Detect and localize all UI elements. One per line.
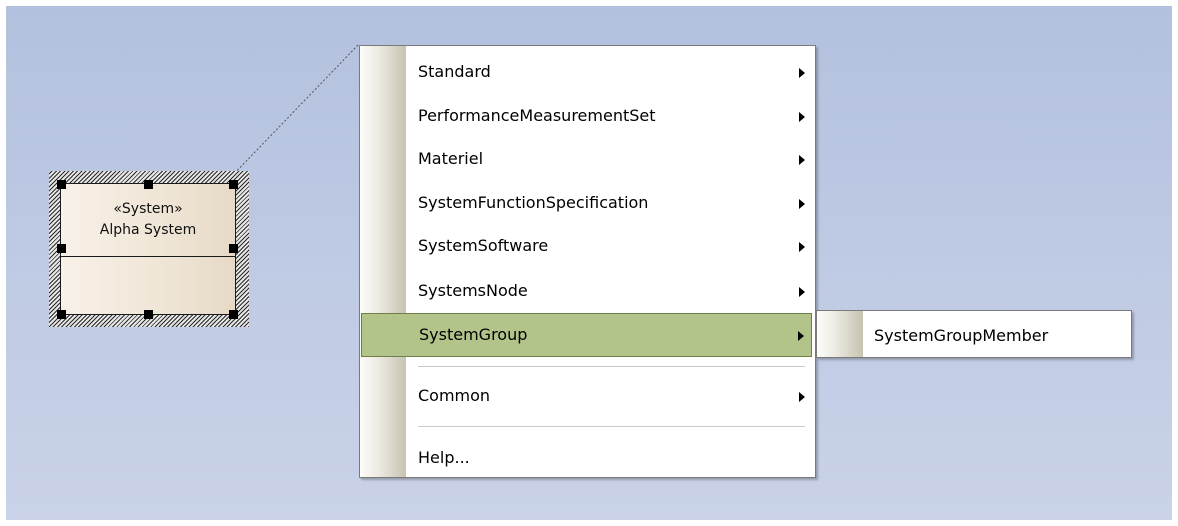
resize-handle-left[interactable]	[57, 244, 66, 253]
menu-item-label: PerformanceMeasurementSet	[418, 106, 656, 125]
menu-item-systemgroup[interactable]: SystemGroup	[361, 313, 812, 357]
menu-item-standard[interactable]: Standard	[360, 50, 815, 94]
resize-handle-bottom-right[interactable]	[229, 310, 238, 319]
submenu-arrow-icon	[798, 331, 804, 341]
menu-item-performancemeasurementset[interactable]: PerformanceMeasurementSet	[360, 94, 815, 138]
submenu-arrow-icon	[799, 199, 805, 209]
menu-item-label: Help...	[418, 448, 470, 467]
resize-handle-top[interactable]	[144, 180, 153, 189]
submenu-arrow-icon	[799, 155, 805, 165]
element-name: Alpha System	[99, 222, 197, 238]
menu-item-label: SystemsNode	[418, 281, 528, 300]
menu-item-label: Common	[418, 386, 491, 405]
menu-item-label: SystemFunctionSpecification	[418, 193, 649, 212]
resize-handle-bottom[interactable]	[144, 310, 153, 319]
element-compartment-divider	[61, 256, 235, 257]
menu-item-label: SystemSoftware	[418, 236, 549, 255]
context-menu: Standard PerformanceMeasurementSet Mater…	[359, 45, 816, 478]
menu-item-label: Materiel	[418, 149, 484, 168]
menu-item-systemfunctionspecification[interactable]: SystemFunctionSpecification	[360, 181, 815, 225]
menu-item-systemsoftware[interactable]: SystemSoftware	[360, 224, 815, 268]
submenu-item-label: SystemGroupMember	[874, 326, 1049, 345]
menu-separator	[418, 366, 805, 368]
menu-item-systemsnode[interactable]: SystemsNode	[360, 269, 815, 313]
menu-item-label: Standard	[418, 62, 491, 81]
submenu: SystemGroupMember	[816, 310, 1132, 358]
menu-item-help[interactable]: Help...	[360, 436, 815, 480]
system-element[interactable]: «System» Alpha System	[60, 183, 236, 315]
element-stereotype: «System»	[113, 201, 183, 217]
submenu-arrow-icon	[799, 287, 805, 297]
resize-handle-top-left[interactable]	[57, 180, 66, 189]
menu-item-label: SystemGroup	[419, 325, 528, 344]
submenu-arrow-icon	[799, 112, 805, 122]
submenu-arrow-icon	[799, 242, 805, 252]
resize-handle-right[interactable]	[229, 244, 238, 253]
submenu-arrow-icon	[799, 68, 805, 78]
resize-handle-top-right[interactable]	[229, 180, 238, 189]
menu-item-materiel[interactable]: Materiel	[360, 137, 815, 181]
submenu-arrow-icon	[799, 392, 805, 402]
resize-handle-bottom-left[interactable]	[57, 310, 66, 319]
menu-separator	[418, 426, 805, 428]
menu-item-common[interactable]: Common	[360, 374, 815, 418]
submenu-item-systemgroupmember[interactable]: SystemGroupMember	[817, 311, 1131, 357]
